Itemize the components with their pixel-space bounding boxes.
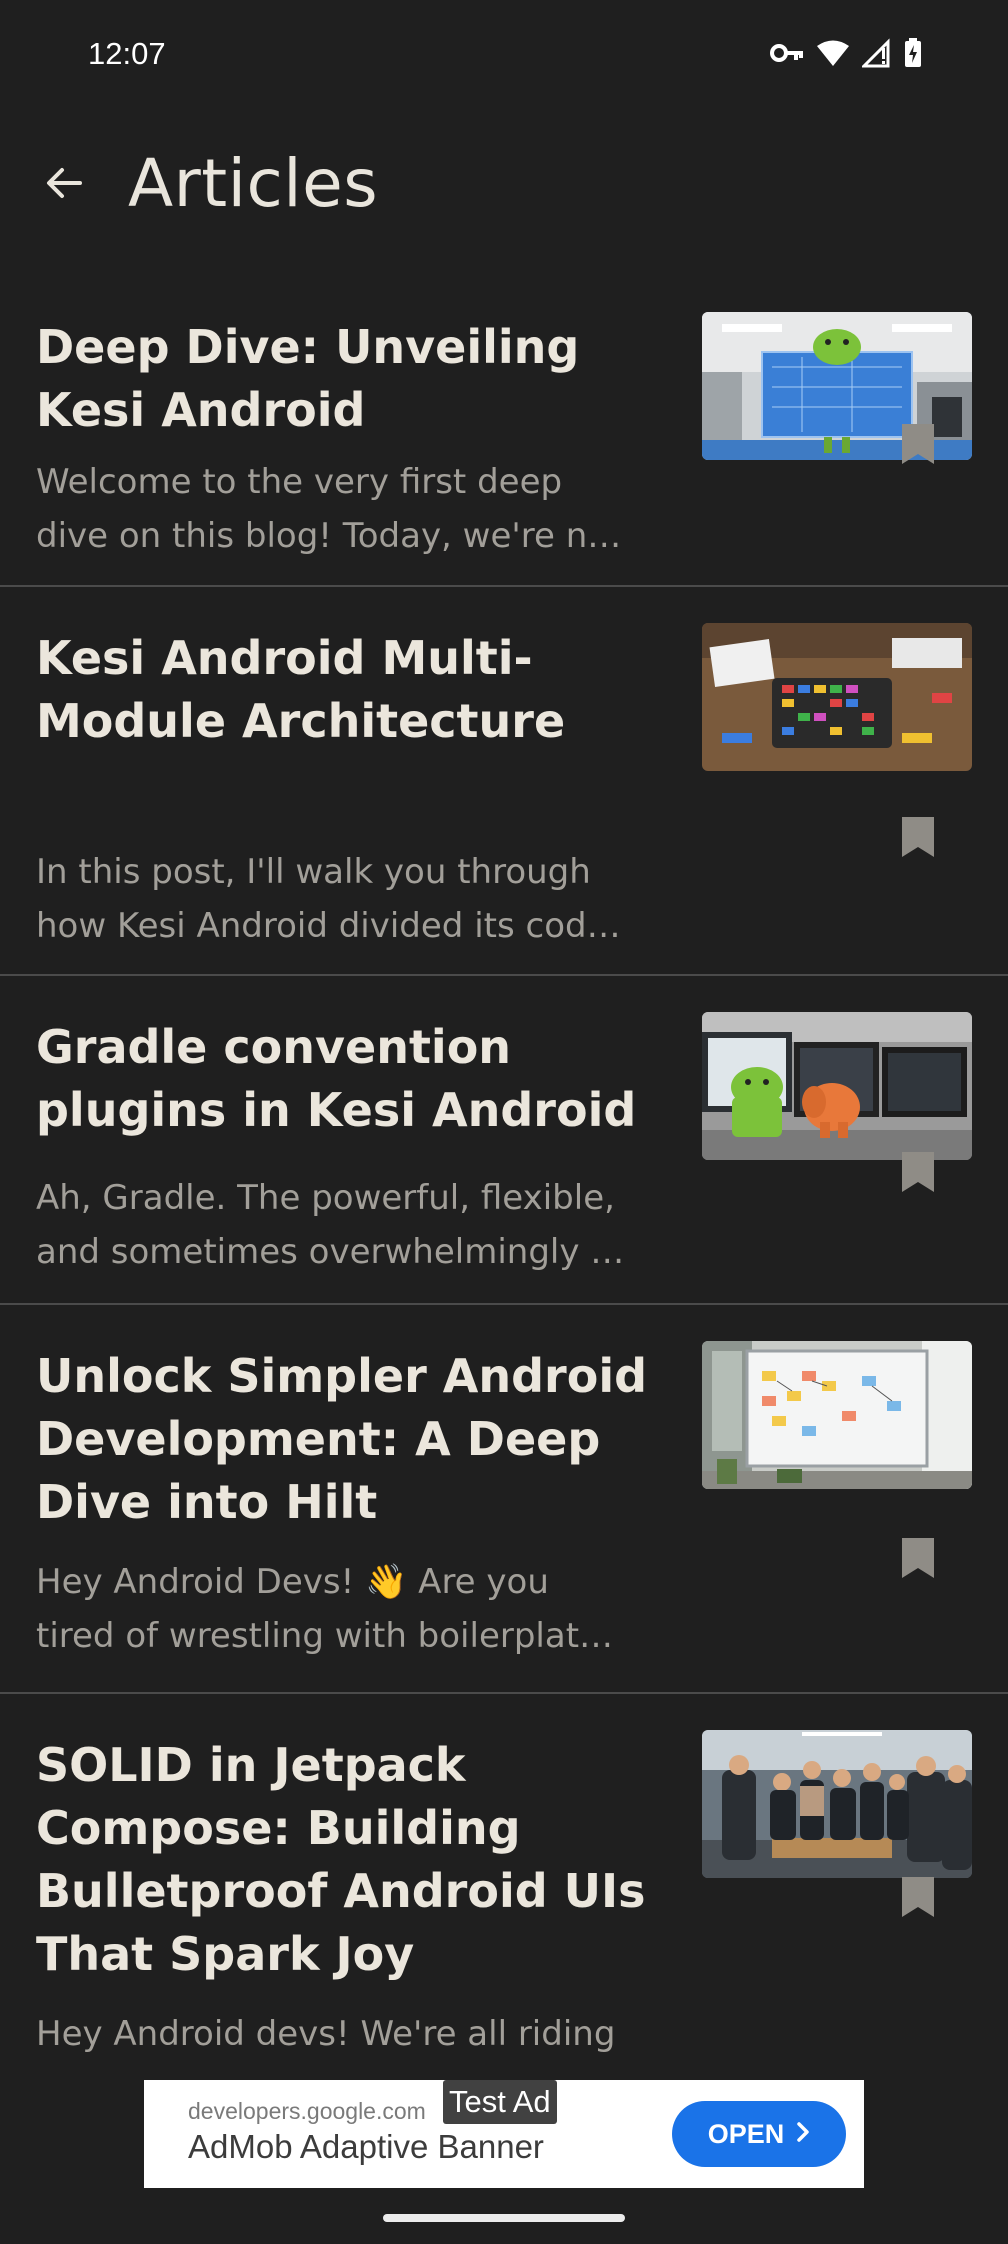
ad-title: AdMob Adaptive Banner <box>188 2128 544 2165</box>
battery-charging-icon <box>904 38 922 68</box>
excerpt-line: Ah, Gradle. The powerful, flexible, <box>36 1178 615 1218</box>
excerpt-line: In this post, I'll walk you through <box>36 852 591 892</box>
top-app-bar: Articles <box>0 115 1008 255</box>
arrow-back-icon <box>44 163 84 207</box>
ad-open-label: OPEN <box>707 2118 785 2149</box>
excerpt-line: Hey Android devs! We're all riding <box>36 2014 616 2054</box>
article-thumbnail <box>702 623 972 771</box>
article-excerpt: Welcome to the very first deep dive on t… <box>36 455 668 563</box>
bookmark-icon <box>900 1152 936 1198</box>
article-title: Kesi Android Multi-Module Architecture <box>36 631 566 748</box>
article-card[interactable]: Kesi Android Multi-Module Architecture I… <box>0 587 1008 976</box>
excerpt-line: how Kesi Android divided its cod… <box>36 906 621 946</box>
excerpt-line: tired of wrestling with boilerplat… <box>36 1616 614 1656</box>
article-thumbnail <box>702 1012 972 1160</box>
ad-domain: developers.google.com <box>188 2098 426 2124</box>
ad-banner[interactable]: developers.google.com AdMob Adaptive Ban… <box>144 2080 864 2188</box>
bookmark-button[interactable] <box>900 422 936 466</box>
article-excerpt: In this post, I'll walk you through how … <box>36 845 668 953</box>
bookmark-icon <box>900 1538 936 1584</box>
article-title: Gradle convention plugins in Kesi Androi… <box>36 1020 637 1137</box>
article-excerpt: Hey Android Devs! 👋 Are you tired of wre… <box>36 1555 668 1663</box>
wifi-icon <box>816 39 850 67</box>
bookmark-icon <box>900 1877 936 1923</box>
article-title: Deep Dive: Unveiling Kesi Android <box>36 320 580 437</box>
excerpt-line: Hey Android Devs! 👋 Are you <box>36 1562 549 1602</box>
article-card[interactable]: SOLID in Jetpack Compose: Building Bulle… <box>0 1694 1008 2076</box>
status-icons <box>770 38 922 68</box>
cell-signal-icon <box>862 38 892 68</box>
article-excerpt: Hey Android devs! We're all riding <box>36 2007 668 2061</box>
article-title: SOLID in Jetpack Compose: Building Bulle… <box>36 1738 646 1981</box>
article-thumbnail <box>702 1730 972 1878</box>
bookmark-icon <box>900 424 936 470</box>
vpn-key-icon <box>770 43 804 63</box>
article-excerpt: Ah, Gradle. The powerful, flexible, and … <box>36 1171 668 1279</box>
bookmark-button[interactable] <box>900 1536 936 1580</box>
excerpt-line: and sometimes overwhelmingly … <box>36 1232 625 1272</box>
article-thumbnail <box>702 1341 972 1489</box>
bookmark-button[interactable] <box>900 1150 936 1194</box>
article-card[interactable]: Gradle convention plugins in Kesi Androi… <box>0 976 1008 1305</box>
status-bar: 12:07 <box>0 0 1008 115</box>
bookmark-icon <box>900 817 936 863</box>
test-ad-badge: Test Ad <box>443 2080 557 2124</box>
article-title: Unlock Simpler Android Development: A De… <box>36 1349 648 1529</box>
bookmark-button[interactable] <box>900 815 936 859</box>
back-button[interactable] <box>34 155 94 215</box>
ad-open-button[interactable]: OPEN <box>672 2101 846 2167</box>
excerpt-line: Welcome to the very first deep <box>36 462 563 502</box>
chevron-right-icon <box>796 2119 810 2150</box>
article-card[interactable]: Unlock Simpler Android Development: A De… <box>0 1305 1008 1694</box>
status-time: 12:07 <box>88 36 166 71</box>
article-list[interactable]: Deep Dive: Unveiling Kesi Android Welcom… <box>0 276 1008 2076</box>
page-title: Articles <box>128 145 379 222</box>
bookmark-button[interactable] <box>900 1875 936 1919</box>
article-card[interactable]: Deep Dive: Unveiling Kesi Android Welcom… <box>0 276 1008 587</box>
excerpt-line: dive on this blog! Today, we're n… <box>36 516 622 556</box>
gesture-nav-handle[interactable] <box>383 2214 625 2222</box>
